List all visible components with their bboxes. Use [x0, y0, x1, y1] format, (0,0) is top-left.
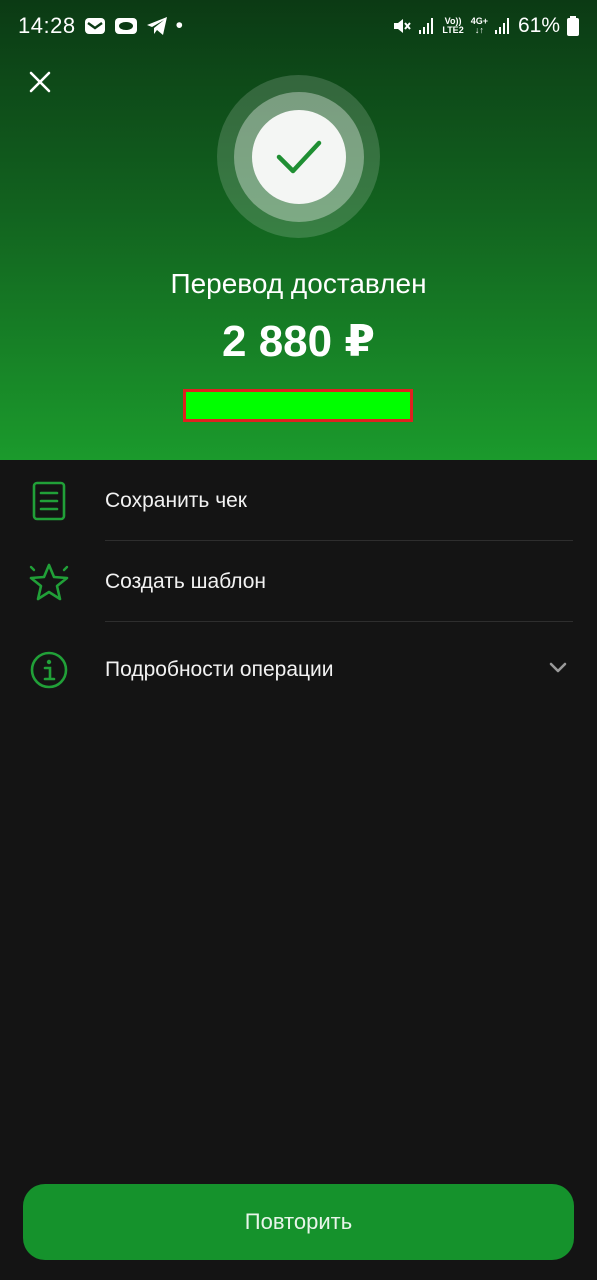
chat-bubble-icon	[114, 16, 138, 36]
close-icon	[29, 71, 51, 93]
receipt-icon	[28, 480, 70, 522]
transfer-status-title: Перевод доставлен	[170, 268, 427, 299]
status-bar: 14:28 • Vo)) LTE2 4G+ ↓↑ 61%	[0, 0, 597, 52]
operation-actions-list: Сохранить чек Создать шаблон Подробности…	[0, 460, 597, 717]
save-receipt-row[interactable]: Сохранить чек	[0, 460, 597, 541]
success-header: 14:28 • Vo)) LTE2 4G+ ↓↑ 61% Перевод дос…	[0, 0, 597, 460]
success-status-badge	[217, 75, 380, 238]
info-icon	[28, 649, 70, 691]
save-receipt-label: Сохранить чек	[105, 488, 247, 512]
mail-icon	[84, 16, 106, 36]
status-time: 14:28	[18, 13, 76, 38]
notification-dot: •	[175, 14, 183, 37]
checkmark-icon	[276, 140, 321, 173]
chevron-down-icon[interactable]	[549, 661, 567, 679]
redacted-recipient	[183, 389, 413, 422]
volte-indicator: Vo)) LTE2	[442, 16, 464, 35]
mute-icon	[392, 16, 412, 36]
star-icon	[28, 561, 70, 603]
telegram-icon	[146, 16, 168, 36]
repeat-transfer-button[interactable]: Повторить	[23, 1184, 574, 1260]
close-button[interactable]	[22, 64, 58, 100]
transfer-amount: 2 880 ₽	[222, 317, 375, 366]
battery-icon	[567, 16, 579, 36]
operation-details-row[interactable]: Подробности операции	[0, 622, 597, 717]
network-type-indicator: 4G+ ↓↑	[470, 16, 488, 35]
operation-details-label: Подробности операции	[105, 657, 334, 681]
create-template-row[interactable]: Создать шаблон	[0, 541, 597, 622]
create-template-label: Создать шаблон	[105, 569, 267, 593]
battery-percentage: 61%	[517, 14, 560, 37]
signal-icon	[419, 17, 435, 35]
signal-icon	[494, 17, 511, 35]
